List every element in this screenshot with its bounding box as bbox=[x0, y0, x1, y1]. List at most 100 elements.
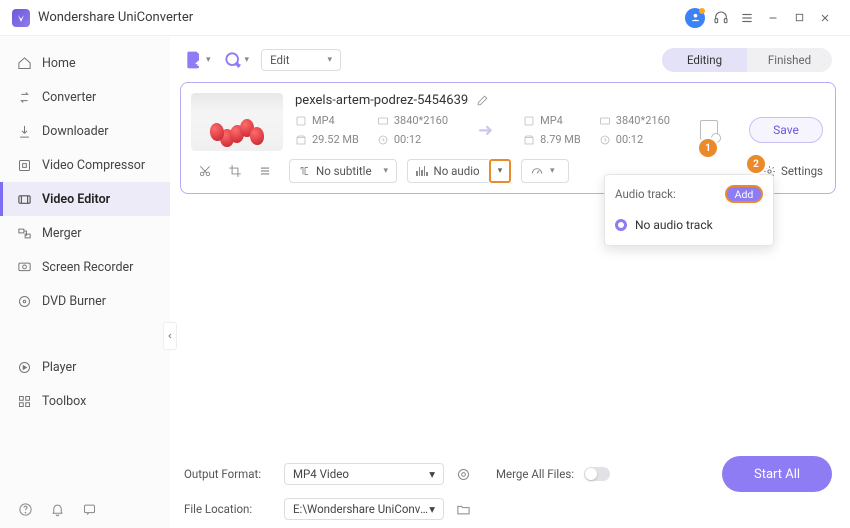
sidebar-footer bbox=[0, 490, 170, 528]
sidebar-item-label: Toolbox bbox=[42, 394, 86, 409]
sidebar-item-label: Video Compressor bbox=[42, 158, 145, 173]
output-meta: MP4 3840*2160 8.79 MB 00:12 bbox=[523, 114, 670, 146]
speed-gauge-icon bbox=[530, 164, 544, 178]
merge-icon bbox=[16, 225, 32, 241]
sidebar-item-label: Converter bbox=[42, 90, 96, 105]
window-close-icon[interactable] bbox=[812, 5, 838, 31]
sidebar-item-converter[interactable]: Converter bbox=[0, 80, 170, 114]
subtitle-label: No subtitle bbox=[316, 164, 377, 178]
tab-finished[interactable]: Finished bbox=[747, 48, 832, 72]
title-bar: Wondershare UniConverter bbox=[0, 0, 850, 36]
sidebar-item-home[interactable]: Home bbox=[0, 46, 170, 80]
chevron-down-icon: ▾ bbox=[206, 55, 211, 65]
editor-icon bbox=[16, 191, 32, 207]
crop-icon[interactable] bbox=[227, 163, 243, 179]
feedback-icon[interactable] bbox=[80, 500, 98, 518]
sidebar-item-label: Video Editor bbox=[42, 192, 110, 207]
footer: Output Format: MP4 Video ▾ Merge All Fil… bbox=[180, 450, 836, 520]
output-settings-icon[interactable] bbox=[700, 120, 718, 140]
record-icon bbox=[16, 259, 32, 275]
output-format-label: Output Format: bbox=[184, 467, 274, 481]
audio-option-none[interactable]: No audio track bbox=[605, 211, 773, 239]
chevron-down-icon: ▾ bbox=[383, 166, 388, 176]
sidebar-item-label: Screen Recorder bbox=[42, 260, 133, 275]
play-icon bbox=[16, 359, 32, 375]
sidebar-item-screen-recorder[interactable]: Screen Recorder bbox=[0, 250, 170, 284]
grid-icon bbox=[16, 393, 32, 409]
add-audio-button[interactable]: Add bbox=[725, 185, 763, 203]
format-icon bbox=[295, 115, 307, 127]
save-button[interactable]: Save bbox=[749, 117, 823, 143]
size-icon bbox=[523, 134, 535, 146]
sidebar-item-downloader[interactable]: Downloader bbox=[0, 114, 170, 148]
callout-badge-1: 1 bbox=[699, 139, 717, 157]
resolution-icon bbox=[599, 115, 611, 127]
callout-badge-2: 2 bbox=[747, 155, 765, 173]
sidebar-item-video-editor[interactable]: Video Editor bbox=[0, 182, 170, 216]
file-name: pexels-artem-podrez-5454639 bbox=[295, 93, 468, 108]
compress-icon bbox=[16, 157, 32, 173]
sidebar-item-player[interactable]: Player bbox=[0, 350, 170, 384]
video-thumbnail[interactable] bbox=[191, 93, 283, 151]
audio-track-dropdown: Audio track: Add No audio track bbox=[604, 174, 774, 246]
sidebar-item-merger[interactable]: Merger bbox=[0, 216, 170, 250]
sidebar: Home Converter Downloader Video Compress… bbox=[0, 36, 170, 528]
trim-scissors-icon[interactable] bbox=[197, 163, 213, 179]
chevron-down-icon: ▾ bbox=[550, 166, 555, 176]
format-settings-icon[interactable] bbox=[454, 465, 472, 483]
output-format-value: MP4 Video bbox=[293, 467, 349, 481]
audio-dropdown-toggle[interactable]: ▾ bbox=[489, 159, 511, 183]
disc-icon bbox=[16, 293, 32, 309]
tab-switch: Editing Finished bbox=[662, 48, 832, 72]
sidebar-item-label: Downloader bbox=[42, 124, 109, 139]
tab-editing[interactable]: Editing bbox=[662, 48, 747, 72]
chevron-down-icon: ▾ bbox=[328, 55, 333, 65]
audio-select[interactable]: No audio bbox=[407, 159, 489, 183]
sidebar-item-dvd-burner[interactable]: DVD Burner bbox=[0, 284, 170, 318]
open-folder-icon[interactable] bbox=[454, 500, 472, 518]
window-maximize-icon[interactable] bbox=[786, 5, 812, 31]
resolution-icon bbox=[377, 115, 389, 127]
subtitle-select[interactable]: No subtitle ▾ bbox=[289, 159, 397, 183]
sidebar-item-toolbox[interactable]: Toolbox bbox=[0, 384, 170, 418]
add-url-button[interactable]: ▾ bbox=[223, 49, 250, 71]
speed-select[interactable]: ▾ bbox=[521, 159, 569, 183]
sidebar-collapse-icon[interactable] bbox=[163, 322, 177, 350]
more-list-icon[interactable] bbox=[257, 163, 273, 179]
file-settings-label: Settings bbox=[781, 164, 823, 178]
user-account-icon[interactable] bbox=[682, 5, 708, 31]
output-format-select[interactable]: MP4 Video ▾ bbox=[284, 463, 444, 485]
window-minimize-icon[interactable] bbox=[760, 5, 786, 31]
audio-track-header: Audio track: bbox=[615, 187, 676, 201]
size-icon bbox=[295, 134, 307, 146]
file-location-label: File Location: bbox=[184, 502, 274, 516]
file-location-select[interactable]: E:\Wondershare UniConverter ▾ bbox=[284, 498, 444, 520]
toolbar: ▾ ▾ Edit▾ Editing Finished bbox=[180, 46, 836, 82]
input-meta: MP4 3840*2160 29.52 MB 00:12 bbox=[295, 114, 448, 146]
start-all-button[interactable]: Start All bbox=[722, 456, 832, 492]
audio-wave-icon bbox=[416, 166, 428, 176]
rename-pencil-icon[interactable] bbox=[476, 94, 489, 107]
sidebar-item-label: Player bbox=[42, 360, 76, 375]
main-area: ▾ ▾ Edit▾ Editing Finished pexels-artem-… bbox=[170, 36, 850, 528]
sidebar-item-label: Home bbox=[42, 56, 76, 71]
add-file-button[interactable]: ▾ bbox=[184, 49, 211, 71]
edit-mode-select[interactable]: Edit▾ bbox=[261, 49, 341, 71]
support-headset-icon[interactable] bbox=[708, 5, 734, 31]
help-icon[interactable] bbox=[16, 500, 34, 518]
merge-toggle[interactable] bbox=[584, 467, 610, 481]
subtitle-icon bbox=[298, 165, 310, 177]
merge-label: Merge All Files: bbox=[496, 467, 574, 481]
hamburger-menu-icon[interactable] bbox=[734, 5, 760, 31]
sidebar-item-label: DVD Burner bbox=[42, 294, 106, 309]
notification-bell-icon[interactable] bbox=[48, 500, 66, 518]
audio-option-label: No audio track bbox=[635, 218, 713, 232]
download-icon bbox=[16, 123, 32, 139]
duration-icon bbox=[599, 134, 611, 146]
app-title: Wondershare UniConverter bbox=[38, 10, 193, 25]
chevron-down-icon: ▾ bbox=[429, 467, 435, 481]
sidebar-item-video-compressor[interactable]: Video Compressor bbox=[0, 148, 170, 182]
audio-label: No audio bbox=[434, 164, 486, 178]
converter-icon bbox=[16, 89, 32, 105]
format-icon bbox=[523, 115, 535, 127]
